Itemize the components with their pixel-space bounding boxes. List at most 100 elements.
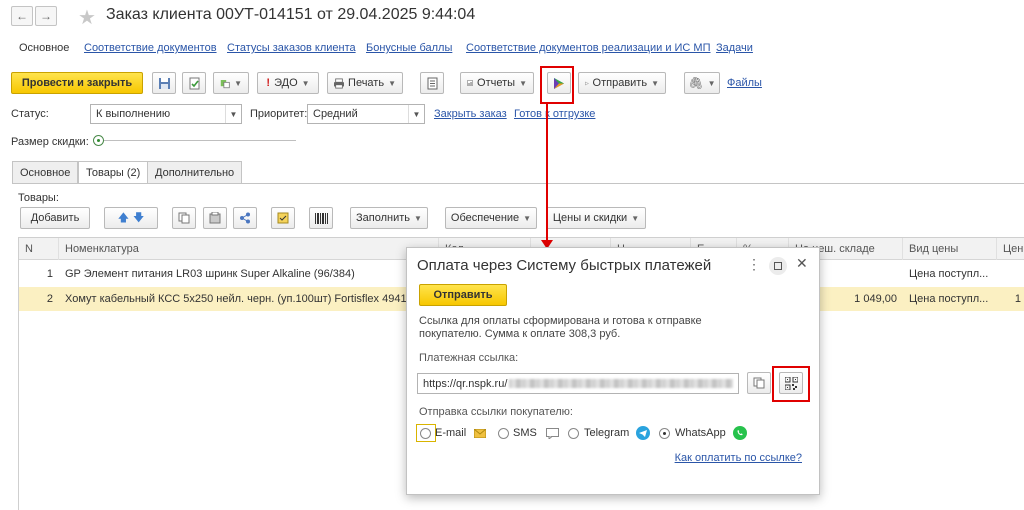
- caret-down-icon: ▼: [707, 78, 716, 88]
- col-header-extra[interactable]: Цен: [997, 238, 1024, 260]
- telegram-radio[interactable]: [568, 428, 579, 439]
- goods-label: Товары:: [18, 192, 59, 204]
- copy-link-button[interactable]: [747, 372, 771, 394]
- prices-discounts-menu-button[interactable]: Цены и скидки ▼: [546, 207, 646, 229]
- payment-link-field[interactable]: https://qr.nspk.ru/: [417, 373, 739, 394]
- blurred-link-token: [509, 379, 733, 388]
- create-based-button[interactable]: ▼: [213, 72, 249, 94]
- send-label: Отправить: [592, 77, 648, 89]
- paste-icon: [209, 212, 221, 224]
- col-header-n[interactable]: N: [19, 238, 59, 260]
- tab-goods-label: Товары (2): [86, 166, 141, 179]
- copy-icon: [178, 212, 190, 224]
- copy-row-button[interactable]: [172, 207, 196, 229]
- discount-slider-track[interactable]: [96, 140, 296, 141]
- sms-radio[interactable]: [498, 428, 509, 439]
- tab-additional[interactable]: Дополнительно: [147, 161, 243, 183]
- arrow-left-icon: ←: [16, 9, 28, 23]
- dialog-info-line2: покупателю. Сумма к оплате 308,3 руб.: [419, 328, 621, 340]
- row-nomenclature: Хомут кабельный КСС 5х250 нейл. черн. (у…: [65, 293, 410, 305]
- arrow-down-icon[interactable]: 🡇: [133, 209, 144, 228]
- more-icon[interactable]: ⋮: [747, 256, 761, 273]
- section-link-bonus-points[interactable]: Бонусные баллы: [366, 42, 452, 54]
- barcode-button[interactable]: [309, 207, 333, 229]
- caret-down-icon: ▼: [523, 213, 532, 223]
- save-button[interactable]: [152, 72, 176, 94]
- tab-main[interactable]: Основное: [12, 161, 79, 183]
- close-order-link[interactable]: Закрыть заказ: [434, 108, 507, 120]
- whatsapp-option-label[interactable]: WhatsApp: [675, 427, 726, 439]
- move-row-buttons[interactable]: 🡅 🡇: [104, 207, 158, 229]
- fill-label: Заполнить: [356, 212, 411, 224]
- how-to-pay-link[interactable]: Как оплатить по ссылке?: [675, 452, 802, 464]
- paperclip-icon: 🖇: [688, 76, 704, 90]
- section-link-sales-docs-ismp[interactable]: Соответствие документов реализации и ИС …: [466, 42, 711, 54]
- post-and-close-button[interactable]: Провести и закрыть: [11, 72, 143, 94]
- add-row-label: Добавить: [30, 212, 80, 224]
- dropdown-arrow-icon[interactable]: ▼: [225, 105, 241, 123]
- dialog-send-button[interactable]: Отправить: [419, 284, 507, 306]
- forward-button[interactable]: →: [35, 6, 57, 26]
- attach-button[interactable]: 🖇 ▼: [684, 72, 720, 94]
- edo-button[interactable]: ! ЭДО ▼: [257, 72, 319, 94]
- row-number: 1: [46, 268, 53, 280]
- paste-row-button[interactable]: [203, 207, 227, 229]
- tab-additional-label: Дополнительно: [155, 166, 235, 179]
- supply-menu-button[interactable]: Обеспечение ▼: [445, 207, 537, 229]
- structure-button[interactable]: [420, 72, 444, 94]
- files-link[interactable]: Файлы: [727, 77, 762, 89]
- whatsapp-icon: [733, 426, 747, 440]
- back-button[interactable]: ←: [11, 6, 33, 26]
- caret-down-icon: ▼: [234, 78, 242, 88]
- email-option-label[interactable]: E-mail: [435, 427, 466, 439]
- section-link-main[interactable]: Основное: [19, 42, 69, 54]
- chat-bubble-icon: [546, 428, 559, 439]
- section-link-doc-correspondence[interactable]: Соответствие документов: [84, 42, 217, 54]
- col-header-price-type[interactable]: Вид цены: [903, 238, 997, 260]
- arrow-up-icon[interactable]: 🡅: [118, 209, 129, 228]
- tab-goods[interactable]: Товары (2): [78, 161, 149, 183]
- discount-slider-handle[interactable]: [93, 135, 104, 146]
- ready-shipment-link[interactable]: Готов к отгрузке: [514, 108, 595, 120]
- reports-button[interactable]: Отчеты ▼: [460, 72, 534, 94]
- payment-link-label: Платежная ссылка:: [419, 352, 519, 364]
- fill-menu-button[interactable]: Заполнить ▼: [350, 207, 428, 229]
- send-menu-button[interactable]: Отправить ▼: [578, 72, 666, 94]
- priority-select[interactable]: Средний ▼: [307, 104, 425, 124]
- barcode-icon: [314, 212, 328, 224]
- post-button[interactable]: [182, 72, 206, 94]
- caret-down-icon: ▼: [301, 78, 310, 88]
- col-header-nomenclature[interactable]: Номенклатура: [59, 238, 439, 260]
- section-link-tasks[interactable]: Задачи: [716, 42, 753, 54]
- copy-icon: [753, 377, 765, 389]
- priority-value: Средний: [313, 108, 358, 120]
- caret-down-icon: ▼: [519, 78, 527, 88]
- print-label: Печать: [348, 77, 385, 89]
- whatsapp-radio[interactable]: [659, 428, 670, 439]
- row-price-type: Цена поступл...: [909, 268, 989, 280]
- split-row-button[interactable]: [233, 207, 257, 229]
- tabs-divider: [12, 183, 1024, 184]
- pick-icon: [277, 212, 289, 224]
- status-select[interactable]: К выполнению ▼: [90, 104, 242, 124]
- print-button[interactable]: Печать ▼: [327, 72, 403, 94]
- close-icon[interactable]: ✕: [796, 255, 808, 272]
- dropdown-arrow-icon[interactable]: ▼: [408, 105, 424, 123]
- row-extra: [1001, 263, 1024, 285]
- star-icon[interactable]: ★: [78, 5, 96, 30]
- caret-down-icon: ▼: [414, 213, 422, 223]
- add-row-button[interactable]: Добавить: [20, 207, 90, 229]
- payment-link-value: https://qr.nspk.ru/: [423, 377, 508, 390]
- telegram-option-label[interactable]: Telegram: [584, 427, 629, 439]
- exclamation-icon: !: [266, 77, 271, 89]
- pick-items-button[interactable]: [271, 207, 295, 229]
- section-link-order-statuses[interactable]: Статусы заказов клиента: [227, 42, 356, 54]
- tab-main-label: Основное: [20, 166, 71, 179]
- dialog-info-text: Ссылка для оплаты сформирована и готова …: [419, 315, 702, 341]
- email-radio[interactable]: [420, 428, 431, 439]
- sms-option-label[interactable]: SMS: [513, 427, 537, 439]
- envelope-icon: [474, 429, 486, 438]
- maximize-button[interactable]: [769, 257, 787, 275]
- sbp-payment-dialog: Оплата через Систему быстрых платежей ⋮ …: [406, 247, 820, 495]
- printer-icon: [334, 77, 345, 89]
